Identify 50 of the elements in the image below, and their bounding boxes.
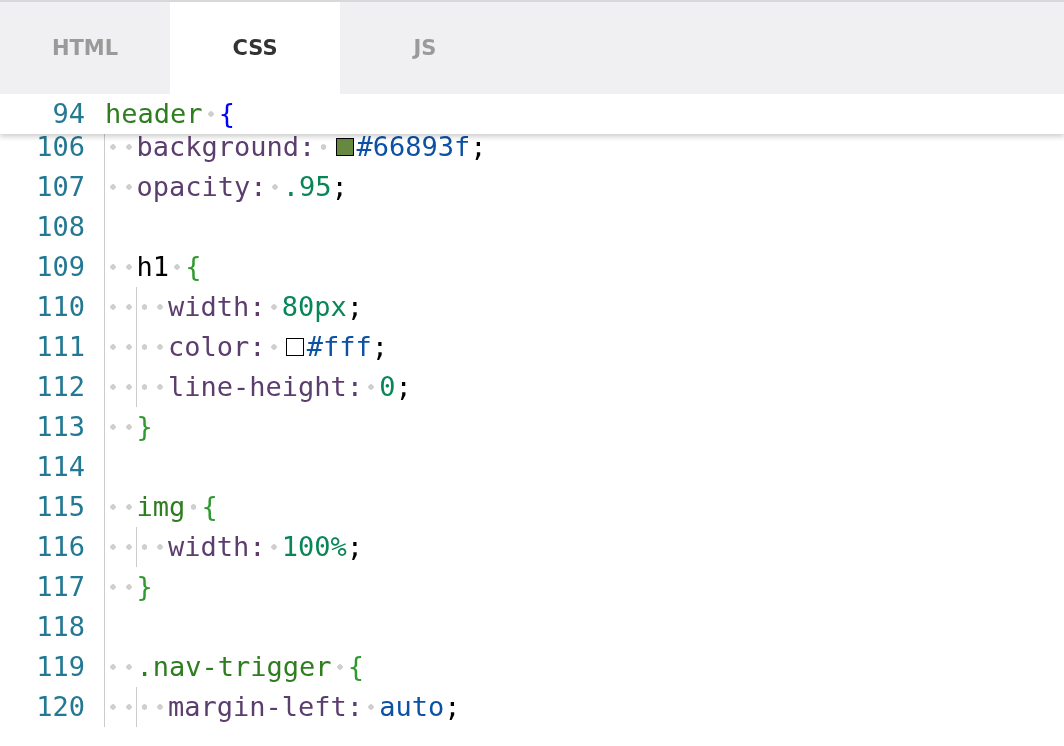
line-number: 119 bbox=[35, 650, 85, 684]
code-token: ; bbox=[346, 290, 364, 324]
code-token: width: bbox=[168, 290, 266, 324]
code-token: ; bbox=[371, 330, 389, 364]
line-number: 110 bbox=[35, 290, 85, 324]
line-number: 120 bbox=[35, 690, 85, 724]
code-token: } bbox=[136, 410, 153, 444]
line-number: 113 bbox=[35, 410, 85, 444]
code-token: ; bbox=[444, 690, 461, 724]
code-token: opacity: bbox=[136, 170, 267, 204]
code-token: auto bbox=[379, 690, 445, 724]
line-number: 114 bbox=[35, 450, 85, 484]
code-token: { bbox=[201, 490, 218, 524]
code-token: header bbox=[105, 97, 203, 131]
code-token: .nav-trigger bbox=[136, 650, 332, 684]
line-number: 107 bbox=[35, 170, 85, 204]
line-number: 106 bbox=[35, 130, 85, 164]
line-number: 112 bbox=[35, 370, 85, 404]
code-token: 100% bbox=[281, 530, 347, 564]
code-token: ; bbox=[470, 130, 487, 164]
code-token: #66893f bbox=[356, 130, 471, 164]
line-number: 109 bbox=[35, 250, 85, 284]
code-token: 80px bbox=[281, 290, 347, 324]
code-token: img bbox=[136, 490, 186, 524]
editor-tab[interactable]: JS bbox=[340, 2, 510, 94]
line-number: 94 bbox=[51, 97, 85, 131]
code-token: ; bbox=[331, 170, 348, 204]
code-token: width: bbox=[168, 530, 266, 564]
code-token: 0 bbox=[379, 370, 396, 404]
code-token: } bbox=[136, 570, 153, 604]
editor-tab[interactable]: CSS bbox=[170, 2, 340, 94]
code-token: { bbox=[185, 250, 202, 284]
code-token: .95 bbox=[282, 170, 332, 204]
code-token: background: bbox=[136, 130, 316, 164]
code-token: ; bbox=[346, 530, 364, 564]
code-token: { bbox=[218, 97, 236, 131]
line-number: 116 bbox=[35, 530, 85, 564]
code-token: { bbox=[347, 650, 365, 684]
editor-tab[interactable]: HTML bbox=[0, 2, 170, 94]
code-token: #fff bbox=[306, 330, 372, 364]
line-number: 108 bbox=[35, 210, 85, 244]
code-token: line-height: bbox=[168, 370, 364, 404]
code-token: margin-left: bbox=[168, 690, 364, 724]
line-number: 111 bbox=[35, 330, 85, 364]
line-number: 115 bbox=[35, 490, 85, 524]
line-number: 117 bbox=[35, 570, 85, 604]
code-token: color: bbox=[168, 330, 266, 364]
line-number: 118 bbox=[35, 610, 85, 644]
code-token: h1 bbox=[136, 250, 169, 284]
code-token: ; bbox=[395, 370, 412, 404]
